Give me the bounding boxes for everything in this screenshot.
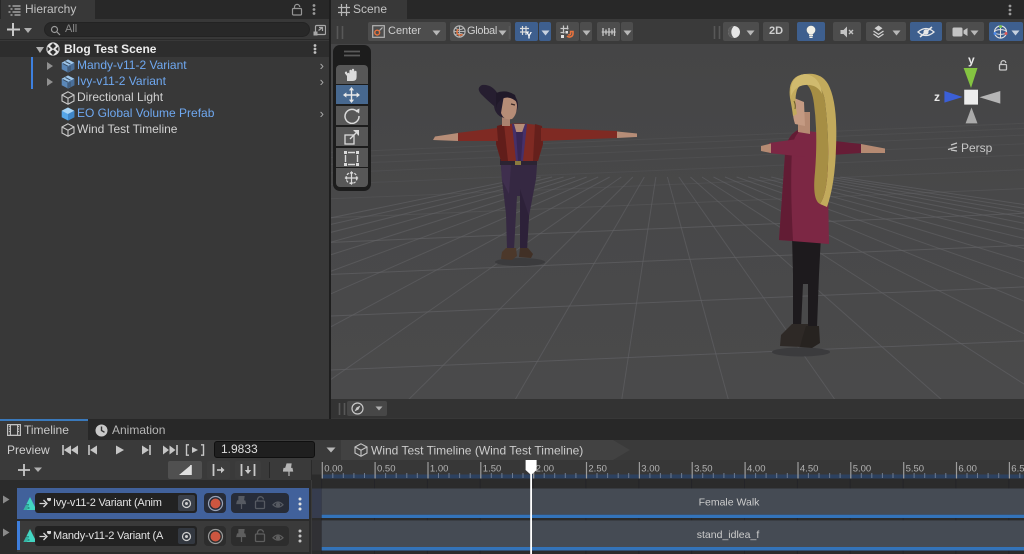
svg-text:5.50: 5.50: [906, 464, 925, 475]
svg-text:Wind Test Timeline (Wind Test: Wind Test Timeline (Wind Test Timeline): [371, 444, 583, 458]
svg-text:Y: Y: [526, 31, 532, 40]
svg-text:5.00: 5.00: [853, 464, 872, 475]
svg-text:0.50: 0.50: [377, 464, 396, 475]
svg-text:4.00: 4.00: [747, 464, 766, 475]
svg-text:Female Walk: Female Walk: [699, 497, 761, 509]
svg-text:1.00: 1.00: [430, 464, 449, 475]
svg-text:Persp: Persp: [961, 141, 993, 155]
svg-text:z: z: [934, 90, 940, 104]
svg-text:y: y: [968, 53, 975, 67]
svg-text:3.50: 3.50: [694, 464, 713, 475]
svg-text:stand_idlea_f: stand_idlea_f: [697, 529, 760, 541]
svg-text:6.50: 6.50: [1011, 464, 1024, 475]
svg-text:3.00: 3.00: [641, 464, 660, 475]
svg-text:2.50: 2.50: [588, 464, 607, 475]
svg-text:4.50: 4.50: [800, 464, 819, 475]
svg-text:1.50: 1.50: [483, 464, 502, 475]
svg-text:2.00: 2.00: [536, 464, 555, 475]
svg-text:0.00: 0.00: [324, 464, 343, 475]
svg-text:6.00: 6.00: [958, 464, 977, 475]
